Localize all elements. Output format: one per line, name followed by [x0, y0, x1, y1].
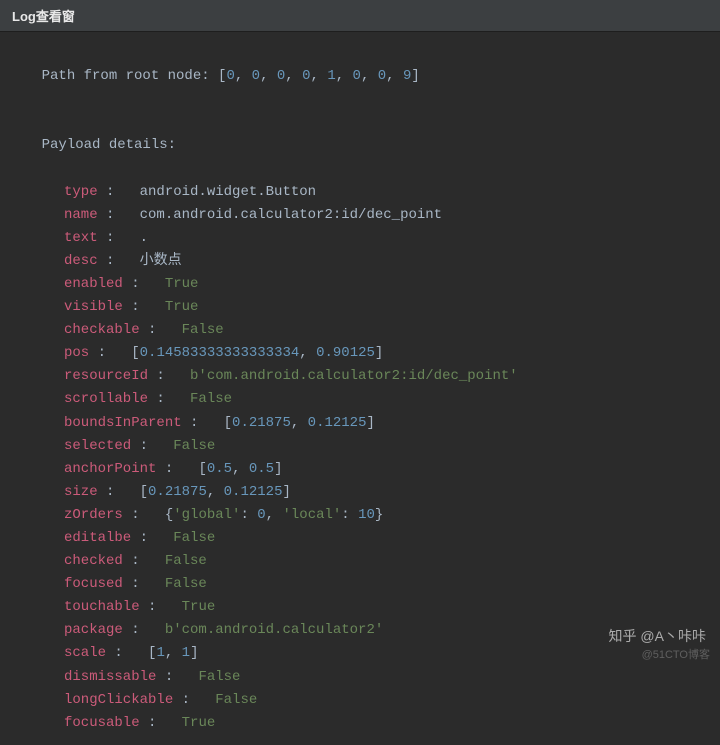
detail-key: boundsInParent	[64, 415, 182, 431]
detail-value: False	[182, 322, 224, 338]
detail-row-focused: focused : False	[8, 573, 712, 596]
detail-value: [0.5, 0.5]	[198, 461, 282, 477]
detail-value: android.widget.Button	[140, 184, 316, 200]
detail-key: touchable	[64, 599, 140, 615]
detail-value: False	[173, 438, 215, 454]
detail-value: 小数点	[140, 253, 182, 269]
detail-key: scale	[64, 645, 106, 661]
detail-value: True	[182, 715, 216, 731]
detail-row-name: name : com.android.calculator2:id/dec_po…	[8, 204, 712, 227]
detail-row-longClickable: longClickable : False	[8, 689, 712, 712]
detail-key: focused	[64, 576, 123, 592]
detail-key: size	[64, 484, 98, 500]
detail-key: checkable	[64, 322, 140, 338]
detail-row-size: size : [0.21875, 0.12125]	[8, 481, 712, 504]
payload-details: type : android.widget.Buttonname : com.a…	[8, 181, 712, 735]
detail-key: pos	[64, 345, 89, 361]
log-window-title: Log查看窗	[12, 9, 75, 24]
detail-row-zOrders: zOrders : {'global': 0, 'local': 10}	[8, 504, 712, 527]
detail-row-editalbe: editalbe : False	[8, 527, 712, 550]
detail-key: longClickable	[64, 692, 173, 708]
detail-row-text: text : .	[8, 227, 712, 250]
detail-value: False	[190, 391, 232, 407]
detail-key: text	[64, 230, 98, 246]
detail-value: False	[173, 530, 215, 546]
detail-value: False	[198, 669, 240, 685]
detail-key: dismissable	[64, 669, 156, 685]
detail-row-desc: desc : 小数点	[8, 250, 712, 273]
detail-row-boundsInParent: boundsInParent : [0.21875, 0.12125]	[8, 412, 712, 435]
detail-row-scale: scale : [1, 1]	[8, 642, 712, 665]
detail-row-scrollable: scrollable : False	[8, 388, 712, 411]
detail-value: True	[182, 599, 216, 615]
detail-row-pos: pos : [0.14583333333333334, 0.90125]	[8, 342, 712, 365]
detail-row-type: type : android.widget.Button	[8, 181, 712, 204]
detail-value: com.android.calculator2:id/dec_point	[140, 207, 442, 223]
detail-row-visible: visible : True	[8, 296, 712, 319]
path-values: 0, 0, 0, 0, 1, 0, 0, 9	[226, 68, 411, 84]
payload-header: Payload details:	[8, 111, 712, 180]
detail-row-checked: checked : False	[8, 550, 712, 573]
detail-value: [0.21875, 0.12125]	[224, 415, 375, 431]
detail-value: {'global': 0, 'local': 10}	[165, 507, 384, 523]
detail-value: .	[140, 230, 148, 246]
detail-key: package	[64, 622, 123, 638]
detail-key: type	[64, 184, 98, 200]
detail-row-selected: selected : False	[8, 435, 712, 458]
detail-row-enabled: enabled : True	[8, 273, 712, 296]
detail-value: [0.14583333333333334, 0.90125]	[131, 345, 383, 361]
path-line: Path from root node: [0, 0, 0, 0, 1, 0, …	[8, 42, 712, 111]
detail-value: [0.21875, 0.12125]	[140, 484, 291, 500]
detail-key: resourceId	[64, 368, 148, 384]
detail-value: False	[215, 692, 257, 708]
detail-key: selected	[64, 438, 131, 454]
path-label: Path from root node:	[42, 68, 218, 84]
detail-row-anchorPoint: anchorPoint : [0.5, 0.5]	[8, 458, 712, 481]
detail-value: b'com.android.calculator2'	[165, 622, 383, 638]
detail-key: zOrders	[64, 507, 123, 523]
detail-key: focusable	[64, 715, 140, 731]
log-body: Path from root node: [0, 0, 0, 0, 1, 0, …	[0, 32, 720, 745]
detail-key: scrollable	[64, 391, 148, 407]
detail-value: False	[165, 553, 207, 569]
detail-value: [1, 1]	[148, 645, 198, 661]
detail-key: name	[64, 207, 98, 223]
detail-row-dismissable: dismissable : False	[8, 666, 712, 689]
detail-key: desc	[64, 253, 98, 269]
detail-key: editalbe	[64, 530, 131, 546]
detail-value: b'com.android.calculator2:id/dec_point'	[190, 368, 518, 384]
detail-key: enabled	[64, 276, 123, 292]
detail-row-focusable: focusable : True	[8, 712, 712, 735]
detail-row-touchable: touchable : True	[8, 596, 712, 619]
detail-row-checkable: checkable : False	[8, 319, 712, 342]
log-window-titlebar: Log查看窗	[0, 0, 720, 32]
detail-key: checked	[64, 553, 123, 569]
detail-key: anchorPoint	[64, 461, 156, 477]
detail-row-package: package : b'com.android.calculator2'	[8, 619, 712, 642]
detail-key: visible	[64, 299, 123, 315]
detail-value: False	[165, 576, 207, 592]
detail-value: True	[165, 299, 199, 315]
detail-row-resourceId: resourceId : b'com.android.calculator2:i…	[8, 365, 712, 388]
detail-value: True	[165, 276, 199, 292]
